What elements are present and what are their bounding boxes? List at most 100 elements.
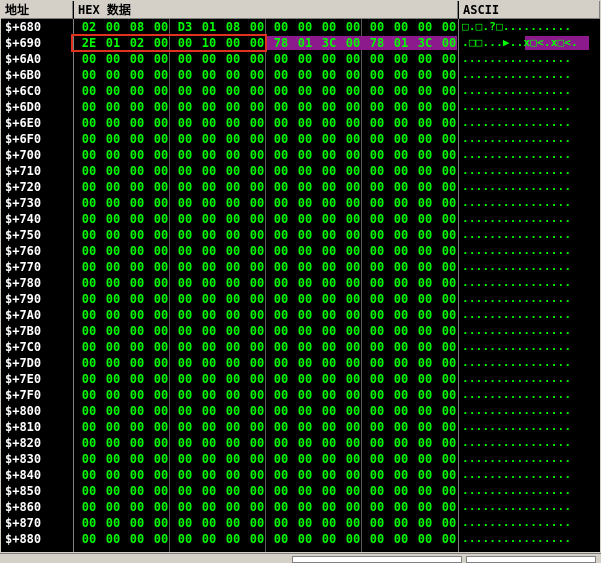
hex-byte[interactable]: 00	[125, 163, 149, 179]
hex-byte[interactable]: 00	[245, 275, 269, 291]
hex-byte[interactable]: 00	[389, 467, 413, 483]
hex-byte[interactable]: 00	[437, 195, 461, 211]
hex-byte[interactable]: 00	[389, 115, 413, 131]
hex-byte[interactable]: 00	[77, 387, 101, 403]
hex-byte[interactable]: 00	[269, 323, 293, 339]
hex-byte[interactable]: 00	[413, 387, 437, 403]
hex-byte[interactable]: 00	[317, 467, 341, 483]
hex-byte[interactable]: 00	[101, 67, 125, 83]
hex-byte[interactable]: 00	[245, 531, 269, 547]
hex-byte[interactable]: 00	[197, 67, 221, 83]
hex-byte[interactable]: 00	[293, 19, 317, 35]
hex-byte[interactable]: 00	[317, 275, 341, 291]
hex-byte[interactable]: 00	[413, 323, 437, 339]
hex-byte[interactable]: 00	[77, 339, 101, 355]
hex-byte[interactable]: 00	[413, 435, 437, 451]
ascii-column-header[interactable]: ASCII	[459, 1, 600, 19]
hex-byte[interactable]: 00	[317, 19, 341, 35]
hex-byte[interactable]: 00	[77, 211, 101, 227]
hex-byte[interactable]: 00	[269, 131, 293, 147]
hex-byte[interactable]: 00	[197, 355, 221, 371]
hex-byte[interactable]: 00	[173, 83, 197, 99]
hex-byte[interactable]: 02	[77, 19, 101, 35]
hex-byte[interactable]: 00	[341, 131, 365, 147]
hex-byte[interactable]: 00	[269, 179, 293, 195]
hex-byte[interactable]: 00	[365, 355, 389, 371]
row-address[interactable]: $+770	[5, 259, 41, 275]
ascii-text[interactable]: ................	[462, 499, 598, 515]
hex-byte[interactable]: 00	[221, 131, 245, 147]
hex-byte[interactable]: 00	[101, 371, 125, 387]
hex-byte[interactable]: 00	[197, 435, 221, 451]
row-address[interactable]: $+6B0	[5, 67, 41, 83]
hex-byte[interactable]: 00	[437, 499, 461, 515]
hex-byte[interactable]: 00	[317, 147, 341, 163]
hex-byte[interactable]: 00	[365, 467, 389, 483]
ascii-text[interactable]: ................	[462, 371, 598, 387]
hex-byte[interactable]: 00	[149, 419, 173, 435]
hex-byte[interactable]: 00	[197, 227, 221, 243]
hex-byte[interactable]: 00	[149, 227, 173, 243]
hex-byte[interactable]: 00	[389, 259, 413, 275]
ascii-text[interactable]: ................	[462, 259, 598, 275]
hex-byte[interactable]: 00	[293, 531, 317, 547]
hex-byte[interactable]: 00	[317, 531, 341, 547]
hex-byte[interactable]: 00	[317, 387, 341, 403]
hex-byte[interactable]: 00	[341, 515, 365, 531]
hex-byte[interactable]: 00	[293, 467, 317, 483]
hex-byte[interactable]: 00	[293, 179, 317, 195]
hex-byte[interactable]: 00	[341, 371, 365, 387]
dump-row[interactable]: $+7D0 00 00 00 00 00 00 00 00 00 00 00 00 00 00 00 00...…	[1, 355, 600, 371]
hex-byte[interactable]: 00	[269, 19, 293, 35]
ascii-text[interactable]: .□□...▶..x□<.x□<.	[462, 35, 598, 51]
hex-byte[interactable]: 00	[293, 259, 317, 275]
hex-byte[interactable]: 00	[221, 163, 245, 179]
hex-byte[interactable]: 00	[125, 243, 149, 259]
dump-row[interactable]: $+6B0 00 00 00 00 00 00 00 00 00 00 00 00 00 00 00 00...…	[1, 67, 600, 83]
hex-byte[interactable]: 00	[173, 531, 197, 547]
hex-byte[interactable]: 00	[125, 291, 149, 307]
dump-row[interactable]: $+860 00 00 00 00 00 00 00 00 00 00 00 00 00 00 00 00...…	[1, 499, 600, 515]
hex-byte[interactable]: 00	[101, 323, 125, 339]
hex-byte[interactable]: 00	[221, 115, 245, 131]
dump-row[interactable]: $+710 00 00 00 00 00 00 00 00 00 00 00 00 00 00 00 00...…	[1, 163, 600, 179]
dump-row[interactable]: $+820 00 00 00 00 00 00 00 00 00 00 00 00 00 00 00 00...…	[1, 435, 600, 451]
hex-byte[interactable]: 00	[149, 83, 173, 99]
hex-byte[interactable]: 00	[173, 435, 197, 451]
hex-byte[interactable]: 00	[317, 451, 341, 467]
row-address[interactable]: $+750	[5, 227, 41, 243]
hex-byte[interactable]: 00	[389, 419, 413, 435]
hex-byte[interactable]: 00	[293, 339, 317, 355]
hex-byte[interactable]: 00	[413, 99, 437, 115]
hex-byte[interactable]: 00	[125, 179, 149, 195]
hex-byte[interactable]: 00	[125, 339, 149, 355]
hex-byte[interactable]: 00	[221, 451, 245, 467]
hex-byte[interactable]: 00	[173, 355, 197, 371]
row-address[interactable]: $+7B0	[5, 323, 41, 339]
dump-row[interactable]: $+870 00 00 00 00 00 00 00 00 00 00 00 00 00 00 00 00...…	[1, 515, 600, 531]
hex-byte[interactable]: 00	[341, 323, 365, 339]
hex-byte[interactable]: 00	[125, 131, 149, 147]
hex-byte[interactable]: 00	[269, 291, 293, 307]
hex-byte[interactable]: 00	[365, 291, 389, 307]
hex-byte[interactable]: 00	[221, 243, 245, 259]
hex-byte[interactable]: 00	[389, 243, 413, 259]
hex-byte[interactable]: 00	[413, 67, 437, 83]
hex-byte[interactable]: 00	[389, 499, 413, 515]
hex-byte[interactable]: 00	[77, 195, 101, 211]
hex-byte[interactable]: 00	[413, 499, 437, 515]
hex-byte[interactable]: 00	[221, 83, 245, 99]
hex-byte[interactable]: 00	[173, 51, 197, 67]
ascii-text[interactable]: ................	[462, 451, 598, 467]
hex-byte[interactable]: 00	[197, 51, 221, 67]
hex-byte[interactable]: 00	[77, 483, 101, 499]
hex-byte[interactable]: 00	[437, 467, 461, 483]
hex-byte[interactable]: 00	[221, 387, 245, 403]
row-address[interactable]: $+7C0	[5, 339, 41, 355]
hex-byte[interactable]: 00	[389, 323, 413, 339]
hex-byte[interactable]: 00	[149, 67, 173, 83]
hex-byte[interactable]: 00	[149, 275, 173, 291]
hex-byte[interactable]: 00	[149, 35, 173, 51]
hex-byte[interactable]: 00	[197, 339, 221, 355]
hex-byte[interactable]: 00	[269, 387, 293, 403]
